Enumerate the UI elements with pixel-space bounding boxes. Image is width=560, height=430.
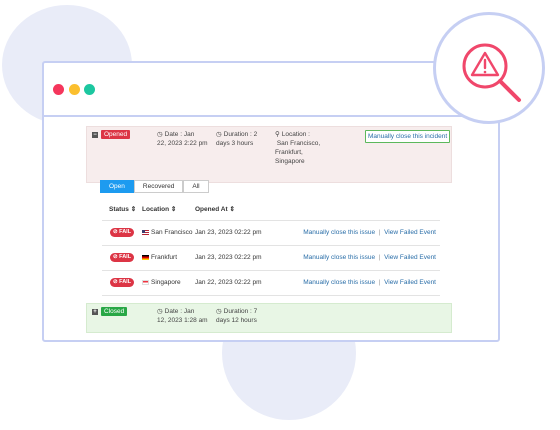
fail-badge: ⊘ FAIL [110,228,135,237]
row-actions: Manually close this issue | View Failed … [303,254,436,261]
sort-icon: ⇕ [229,206,235,213]
row-actions: Manually close this issue | View Failed … [303,229,436,236]
clock-icon: ◷ [157,308,163,315]
singapore-flag-icon [142,279,149,285]
incident-date: ◷ Date : Jan 12, 2023 1:28 am [157,308,208,324]
location-cell: Frankfurt [142,254,177,261]
opened-at-column-header[interactable]: Opened At ⇕ [195,205,235,213]
window-titlebar [44,63,498,117]
expand-icon[interactable]: + [92,309,98,315]
status-column-header[interactable]: Status ⇕ [109,205,136,213]
location-column-header[interactable]: Location ⇕ [142,205,176,213]
closed-incident-row: + Closed ◷ Date : Jan 12, 2023 1:28 am ◷ D… [86,303,452,333]
magnifier-alert-icon [433,12,545,124]
incident-location: ⚲ Location : San Francisco, Frankfurt, Si… [275,131,321,165]
sort-icon: ⇕ [170,206,177,213]
us-flag-icon [142,229,149,235]
collapse-icon[interactable]: − [92,132,98,138]
germany-flag-icon [142,254,149,260]
incident-duration: ◷ Duration : 7 days 12 hours [216,308,258,324]
clock-icon: ◷ [216,131,222,138]
view-failed-event-link[interactable]: View Failed Event [384,229,436,236]
opened-at-cell: Jan 22, 2023 02:22 pm [195,279,262,286]
issues-table: Status ⇕ Location ⇕ Opened At ⇕ ⊘ FAIL S… [102,200,440,296]
incident-duration: ◷ Duration : 2 days 3 hours [216,131,258,147]
status-badge: Opened [101,130,131,139]
table-row: ⊘ FAIL San Francisco Jan 23, 2023 02:22 … [102,221,440,246]
close-issue-link[interactable]: Manually close this issue [303,229,375,236]
location-cell: Singapore [142,279,181,286]
close-issue-link[interactable]: Manually close this issue [303,254,375,261]
status-badge: Closed [101,307,128,316]
filter-tabs: Open Recovered All [100,180,209,193]
opened-at-cell: Jan 23, 2023 02:22 pm [195,254,262,261]
tab-all[interactable]: All [183,180,209,193]
view-failed-event-link[interactable]: View Failed Event [384,254,436,261]
close-window-dot[interactable] [53,84,64,95]
table-row: ⊘ FAIL Frankfurt Jan 23, 2023 02:22 pm M… [102,246,440,271]
clock-icon: ◷ [157,131,163,138]
sort-icon: ⇕ [130,206,137,213]
table-header: Status ⇕ Location ⇕ Opened At ⇕ [102,200,440,221]
close-incident-button[interactable]: Manually close this incident [365,130,451,143]
minimize-window-dot[interactable] [69,84,80,95]
opened-at-cell: Jan 23, 2023 02:22 pm [195,229,262,236]
browser-window: − Opened ◷ Date : Jan 22, 2023 2:22 pm ◷ D… [42,61,500,342]
tab-open[interactable]: Open [100,180,134,193]
opened-incident-row: − Opened ◷ Date : Jan 22, 2023 2:22 pm ◷ D… [86,126,452,183]
fail-badge: ⊘ FAIL [110,253,135,262]
location-cell: San Francisco [142,229,193,236]
table-row: ⊘ FAIL Singapore Jan 22, 2023 02:22 pm M… [102,271,440,296]
fail-badge: ⊘ FAIL [110,278,135,287]
maximize-window-dot[interactable] [84,84,95,95]
clock-icon: ◷ [216,308,222,315]
incident-date: ◷ Date : Jan 22, 2023 2:22 pm [157,131,208,147]
view-failed-event-link[interactable]: View Failed Event [384,279,436,286]
close-issue-link[interactable]: Manually close this issue [303,279,375,286]
map-pin-icon: ⚲ [275,131,280,138]
row-actions: Manually close this issue | View Failed … [303,279,436,286]
tab-recovered[interactable]: Recovered [133,180,184,193]
